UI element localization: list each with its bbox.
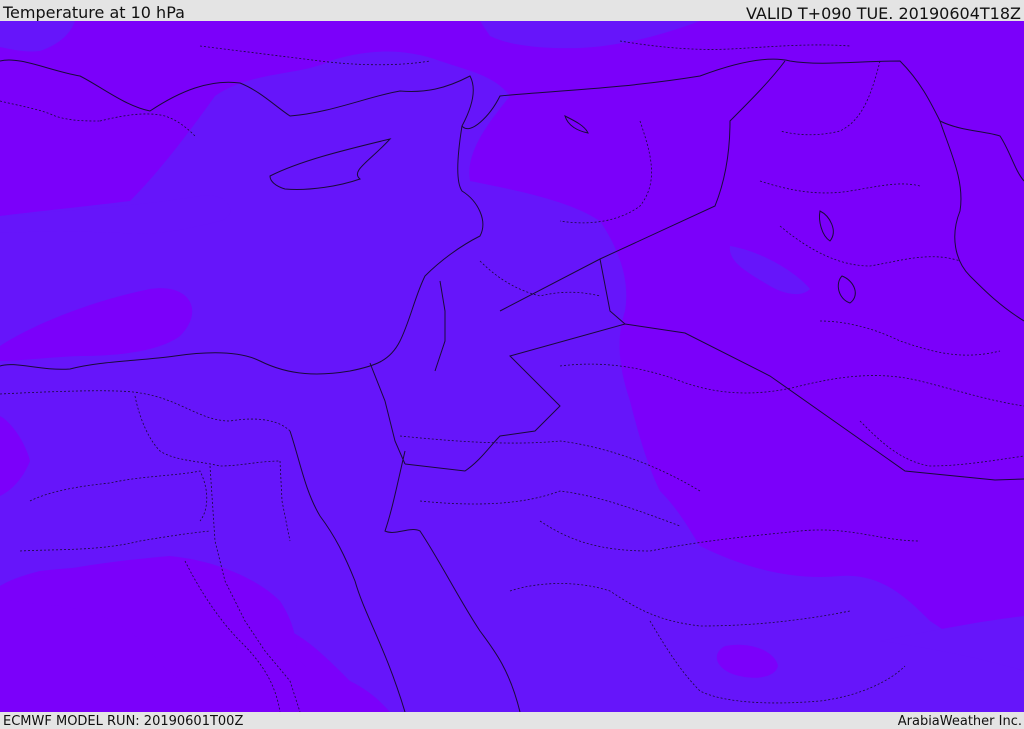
map-figure: Temperature at 10 hPa VALID T+090 TUE. 2… — [0, 0, 1024, 729]
map-area — [0, 21, 1024, 712]
valid-time-label: VALID T+090 TUE. 20190604T18Z — [745, 4, 1021, 23]
model-run-label: ECMWF MODEL RUN: 20190601T00Z — [3, 714, 244, 729]
credit-label: ArabiaWeather Inc. — [897, 714, 1022, 729]
map-title: Temperature at 10 hPa — [3, 3, 185, 22]
